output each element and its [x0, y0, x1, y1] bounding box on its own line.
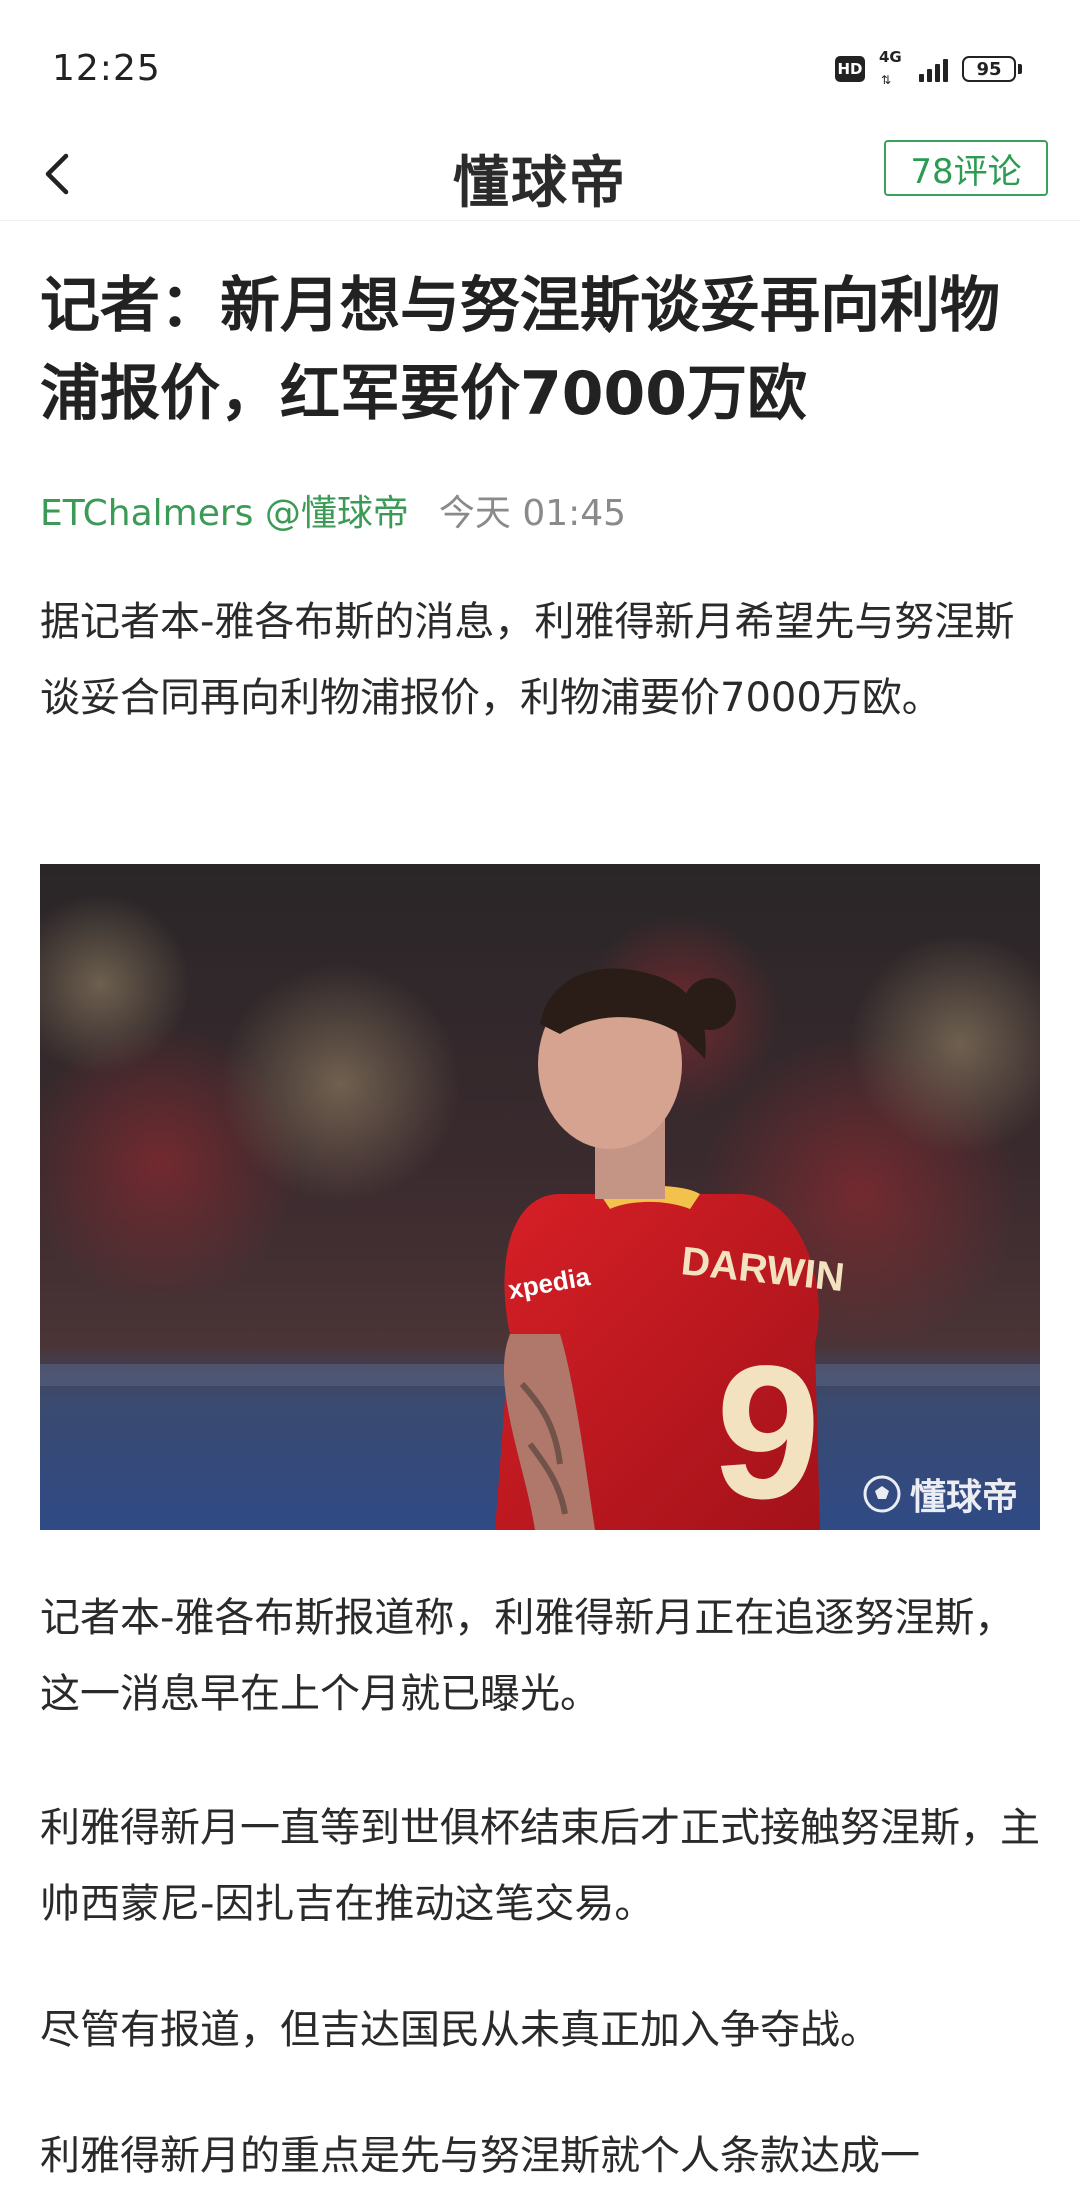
- article-paragraph: 记者本-雅各布斯报道称，利雅得新月正在追逐努涅斯，这一消息早在上个月就已曝光。: [40, 1595, 1015, 1717]
- author-link[interactable]: ETChalmers @懂球帝: [40, 493, 409, 534]
- publish-time: 今天 01:45: [438, 493, 627, 534]
- network-icon: 4G ⇅: [879, 48, 905, 87]
- status-bar: 12:25 HD 4G ⇅ 95: [0, 0, 1080, 130]
- data-arrows-icon: ⇅: [881, 73, 892, 87]
- article-image[interactable]: DARWIN 9 xpedia 懂球帝: [40, 864, 1040, 1530]
- status-icons: HD 4G ⇅ 95: [835, 48, 1022, 87]
- player-photo: DARWIN 9 xpedia: [40, 864, 1040, 1530]
- battery-level: 95: [976, 58, 1002, 80]
- watermark-text: 懂球帝: [909, 1477, 1018, 1518]
- byline: ETChalmers @懂球帝 今天 01:45: [40, 484, 626, 536]
- article-paragraph: 尽管有报道，但吉达国民从未真正加入争夺战。: [40, 2007, 880, 2053]
- article-title: 记者：新月想与努涅斯谈妥再向利物浦报价，红军要价7000万欧: [40, 271, 1000, 429]
- article-paragraph: 据记者本-雅各布斯的消息，利雅得新月希望先与努涅斯谈妥合同再向利物浦报价，利物浦…: [40, 599, 1015, 721]
- jersey-number: 9: [707, 1323, 827, 1530]
- ball-icon: [863, 1475, 901, 1513]
- status-time: 12:25: [52, 48, 161, 89]
- article-paragraph: 利雅得新月一直等到世俱杯结束后才正式接触努涅斯，主帅西蒙尼-因扎吉在推动这笔交易…: [40, 1805, 1040, 1927]
- nav-bar: 懂球帝 78评论: [0, 130, 1080, 221]
- watermark: 懂球帝: [862, 1468, 1018, 1520]
- signal-icon: [919, 56, 948, 82]
- network-type: 4G: [879, 48, 902, 66]
- comments-button[interactable]: 78评论: [884, 140, 1048, 196]
- hd-icon: HD: [835, 56, 865, 82]
- battery-icon: 95: [962, 56, 1022, 82]
- article-paragraph: 利雅得新月的重点是先与努涅斯就个人条款达成一: [40, 2133, 920, 2179]
